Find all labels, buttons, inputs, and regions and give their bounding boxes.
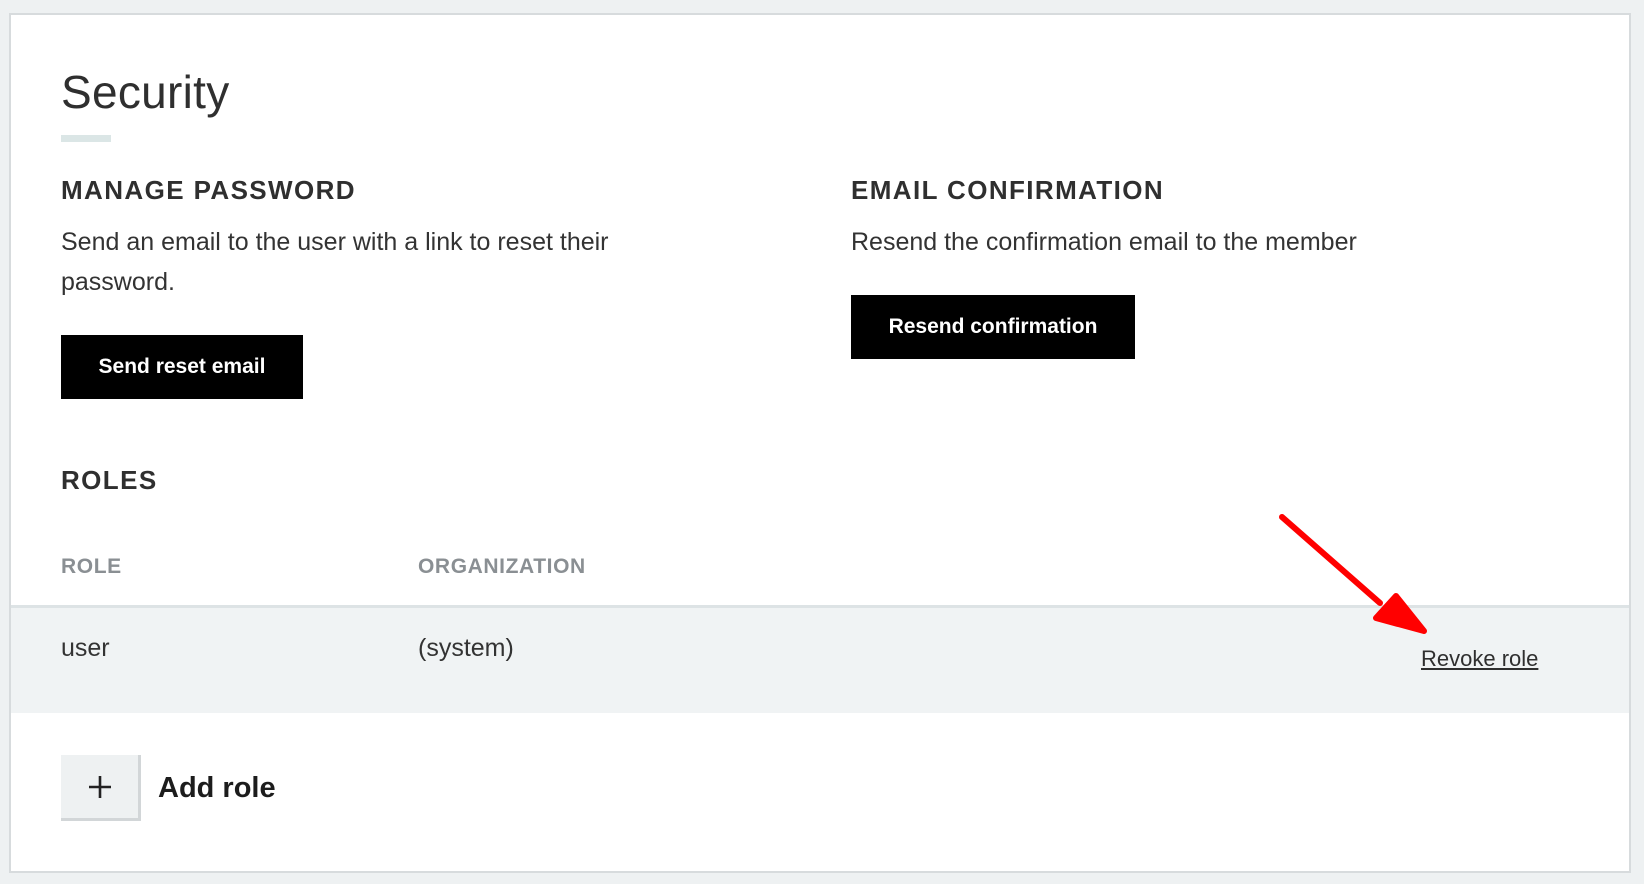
roles-heading: ROLES [61,465,158,495]
manage-password-heading: MANAGE PASSWORD [61,175,356,205]
security-card: Security MANAGE PASSWORD Send an email t… [9,13,1631,873]
add-role-icon-box[interactable] [61,755,141,821]
revoke-role-link[interactable]: Revoke role [1421,646,1538,672]
organization-column-header: ORGANIZATION [418,555,586,578]
email-confirmation-description: Resend the confirmation email to the mem… [851,228,1357,256]
organization-cell: (system) [418,634,514,662]
manage-password-description: Send an email to the user with a link to… [61,228,609,296]
add-role-button[interactable]: Add role [61,755,276,821]
add-role-label: Add role [158,771,276,804]
role-column-header: ROLE [61,555,122,578]
role-cell: user [61,634,110,662]
title-underline [61,135,111,142]
page-title: Security [61,66,230,118]
plus-icon [88,775,111,798]
resend-confirmation-button[interactable]: Resend confirmation [851,295,1135,359]
send-reset-email-button[interactable]: Send reset email [61,335,303,399]
email-confirmation-heading: EMAIL CONFIRMATION [851,175,1165,205]
table-row: user (system) Revoke role [11,605,1629,713]
